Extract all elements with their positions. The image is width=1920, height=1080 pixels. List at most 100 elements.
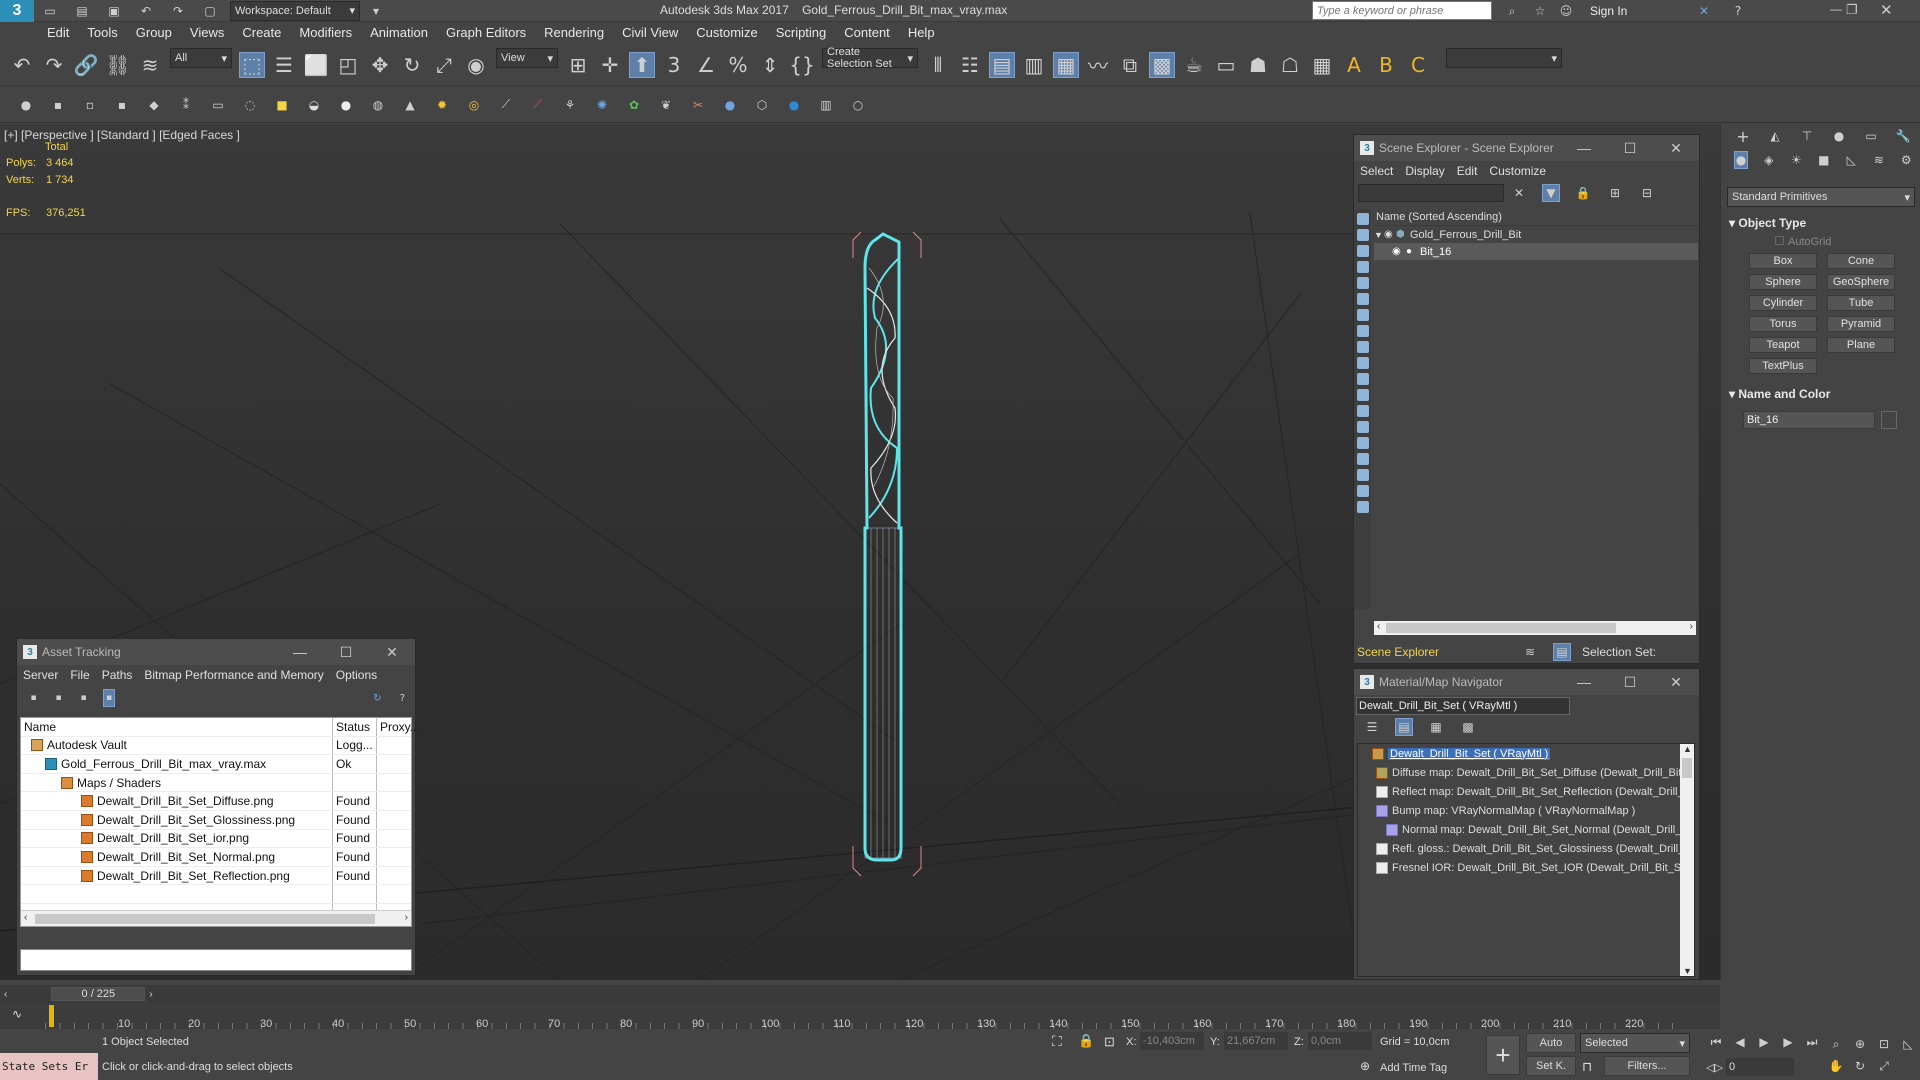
cone-button[interactable]: Cone xyxy=(1827,253,1895,269)
edit-named-selection-icon[interactable]: {} xyxy=(789,52,815,78)
menu-customize[interactable]: Customize xyxy=(687,22,766,44)
help-icon[interactable]: ? xyxy=(397,689,408,707)
maximize-button[interactable]: ☐ xyxy=(1607,674,1653,691)
menu-create[interactable]: Create xyxy=(233,22,290,44)
maximize-viewport-icon[interactable]: ⤢ xyxy=(1875,1057,1893,1075)
material-navigator-titlebar[interactable]: 3 Material/Map Navigator — ☐ ✕ xyxy=(1354,669,1699,695)
scene-tree-header[interactable]: Name (Sorted Ascending) xyxy=(1374,209,1698,226)
menu-edit[interactable]: Edit xyxy=(1451,164,1484,178)
minimize-button[interactable]: — xyxy=(1561,140,1607,157)
plane-button[interactable]: Plane xyxy=(1827,337,1895,353)
table-row[interactable]: Dewalt_Drill_Bit_Set_ior.png Found xyxy=(21,829,411,849)
pivot-center-icon[interactable]: ⊞ xyxy=(565,52,591,78)
hierarchy-tab-icon[interactable]: ⊤ xyxy=(1798,127,1816,145)
menu-group[interactable]: Group xyxy=(127,22,181,44)
scene-explorer-footer-label[interactable]: Scene Explorer xyxy=(1354,645,1514,659)
spacewarps-icon[interactable]: ≋ xyxy=(1872,151,1886,169)
rendered-frame-window-icon[interactable]: ▭ xyxy=(1213,52,1239,78)
play-icon[interactable]: ▶ xyxy=(1755,1033,1773,1051)
menu-modifiers[interactable]: Modifiers xyxy=(290,22,361,44)
material-sphere-icon[interactable]: ● xyxy=(721,96,739,114)
toggle-blue-icon[interactable]: ● xyxy=(785,96,803,114)
add-time-tag[interactable]: Add Time Tag xyxy=(1380,1062,1447,1074)
key-mode-icon[interactable]: ⊓ xyxy=(1582,1059,1592,1075)
light-yellow-box-icon[interactable]: ■ xyxy=(273,96,291,114)
time-slider-prev-icon[interactable]: ‹ xyxy=(0,989,11,1000)
rectangular-selection-icon[interactable]: ⬜ xyxy=(303,52,329,78)
viewport-label[interactable]: [+] [Perspective ] [Standard ] [Edged Fa… xyxy=(4,128,240,142)
hierarchy-icon[interactable]: ⊞ xyxy=(1606,184,1624,202)
undo-icon[interactable]: ↶ xyxy=(9,52,35,78)
help-icon[interactable]: ? xyxy=(1729,2,1747,20)
box-button[interactable]: Box xyxy=(1749,253,1817,269)
close-button[interactable]: ✕ xyxy=(1653,674,1699,691)
vray-sphere-icon[interactable]: ◌ xyxy=(241,96,259,114)
scroll-up-icon[interactable]: ▲ xyxy=(1683,744,1692,754)
bind-spacewarp-icon[interactable]: ≋ xyxy=(137,52,163,78)
vray-plane-icon[interactable]: ▭ xyxy=(209,96,227,114)
go-to-start-icon[interactable]: ⏮ xyxy=(1707,1033,1725,1051)
menu-server[interactable]: Server xyxy=(17,668,64,682)
view-small-icons-icon[interactable]: ▦ xyxy=(1427,718,1445,736)
map-item[interactable]: Diffuse map: Dewalt_Drill_Bit_Set_Diffus… xyxy=(1358,763,1694,782)
display-tab-icon[interactable]: ▭ xyxy=(1862,127,1880,145)
table-row[interactable]: Maps / Shaders xyxy=(21,773,411,793)
vray-ies-icon[interactable]: ▫ xyxy=(81,96,99,114)
link-icon[interactable]: 🔗 xyxy=(73,52,99,78)
named-selection-dropdown[interactable]: Create Selection Set ▾ xyxy=(822,46,918,70)
filter-icon[interactable]: ▼ xyxy=(1542,184,1560,202)
text-c-icon[interactable]: C xyxy=(1405,52,1431,78)
filter-invert-icon[interactable] xyxy=(1356,453,1369,465)
filter-containers-icon[interactable] xyxy=(1356,357,1369,369)
funnel-two-icon[interactable] xyxy=(1356,485,1369,497)
list-icon[interactable]: ▪ xyxy=(53,689,64,707)
redo-icon[interactable]: ↷ xyxy=(41,52,67,78)
next-frame-icon[interactable]: ▶ xyxy=(1779,1033,1797,1051)
light-ies-icon[interactable]: ◍ xyxy=(369,96,387,114)
menu-file[interactable]: File xyxy=(64,668,95,682)
time-slider[interactable]: ‹ 0 / 225 › xyxy=(0,985,1720,1003)
map-item[interactable]: Fresnel IOR: Dewalt_Drill_Bit_Set_IOR (D… xyxy=(1358,858,1694,877)
text-b-icon[interactable]: B xyxy=(1373,52,1399,78)
maximize-button[interactable]: ☐ xyxy=(323,644,369,661)
menu-animation[interactable]: Animation xyxy=(361,22,437,44)
filter-bones-icon[interactable] xyxy=(1356,341,1369,353)
expand-hierarchy-icon[interactable]: ⊟ xyxy=(1638,184,1656,202)
y-coord-field[interactable]: 21,667cm xyxy=(1224,1032,1288,1050)
auto-key-button[interactable]: Auto xyxy=(1526,1033,1576,1053)
curve-editor-icon[interactable]: 〰 xyxy=(1085,52,1111,78)
app-logo-icon[interactable]: 3 xyxy=(0,0,34,22)
close-button[interactable]: ✕ xyxy=(1880,1,1893,19)
funnel-icon[interactable] xyxy=(1356,469,1369,481)
absolute-mode-icon[interactable]: ⊡ xyxy=(1104,1034,1115,1050)
curve-editor-toggle-icon[interactable]: ∿ xyxy=(12,1007,22,1021)
tree-item-selected[interactable]: ◉ ● Bit_16 xyxy=(1374,243,1698,260)
selection-lock-icon[interactable]: 🔒 xyxy=(1078,1033,1094,1049)
server-icon[interactable]: ▪ xyxy=(28,689,39,707)
layer-icon[interactable]: ▥ xyxy=(817,96,835,114)
toggle-scene-explorer-icon[interactable]: ▤ xyxy=(989,51,1015,78)
window-crossing-icon[interactable]: ◰ xyxy=(335,52,361,78)
scroll-left-icon[interactable]: ‹ xyxy=(24,912,27,923)
close-button[interactable]: ✕ xyxy=(369,644,415,661)
cameras-icon[interactable]: ■ xyxy=(1817,151,1831,169)
redo-icon[interactable]: ↷ xyxy=(169,2,187,20)
align-icon[interactable]: ☷ xyxy=(957,52,983,78)
eye-icon[interactable]: ◉ xyxy=(1392,246,1406,257)
trackbar[interactable]: ∿ xyxy=(0,1003,1720,1029)
vray-light-icon[interactable]: ● xyxy=(17,96,35,114)
scroll-right-icon[interactable]: › xyxy=(405,912,408,923)
field-of-view-icon[interactable]: ◺ xyxy=(1899,1035,1917,1053)
exchange-icon[interactable]: ✕ xyxy=(1695,2,1713,20)
layer-explorer-icon[interactable]: ▥ xyxy=(1021,52,1047,78)
render-setup-icon[interactable]: ☕ xyxy=(1181,52,1207,78)
search-field[interactable] xyxy=(1312,1,1492,20)
scene-explorer-titlebar[interactable]: 3 Scene Explorer - Scene Explorer — ☐ ✕ xyxy=(1354,135,1699,161)
filter-geometry-icon[interactable] xyxy=(1356,213,1369,225)
filters-button[interactable]: Filters... xyxy=(1604,1056,1690,1076)
spinner-snap-icon[interactable]: ⇕ xyxy=(757,52,783,78)
close-button[interactable]: ✕ xyxy=(1653,140,1699,157)
name-and-color-rollout[interactable]: ▾ Name and Color xyxy=(1729,387,1830,401)
filter-lights-icon[interactable] xyxy=(1356,245,1369,257)
motion-tab-icon[interactable]: ● xyxy=(1830,127,1848,145)
